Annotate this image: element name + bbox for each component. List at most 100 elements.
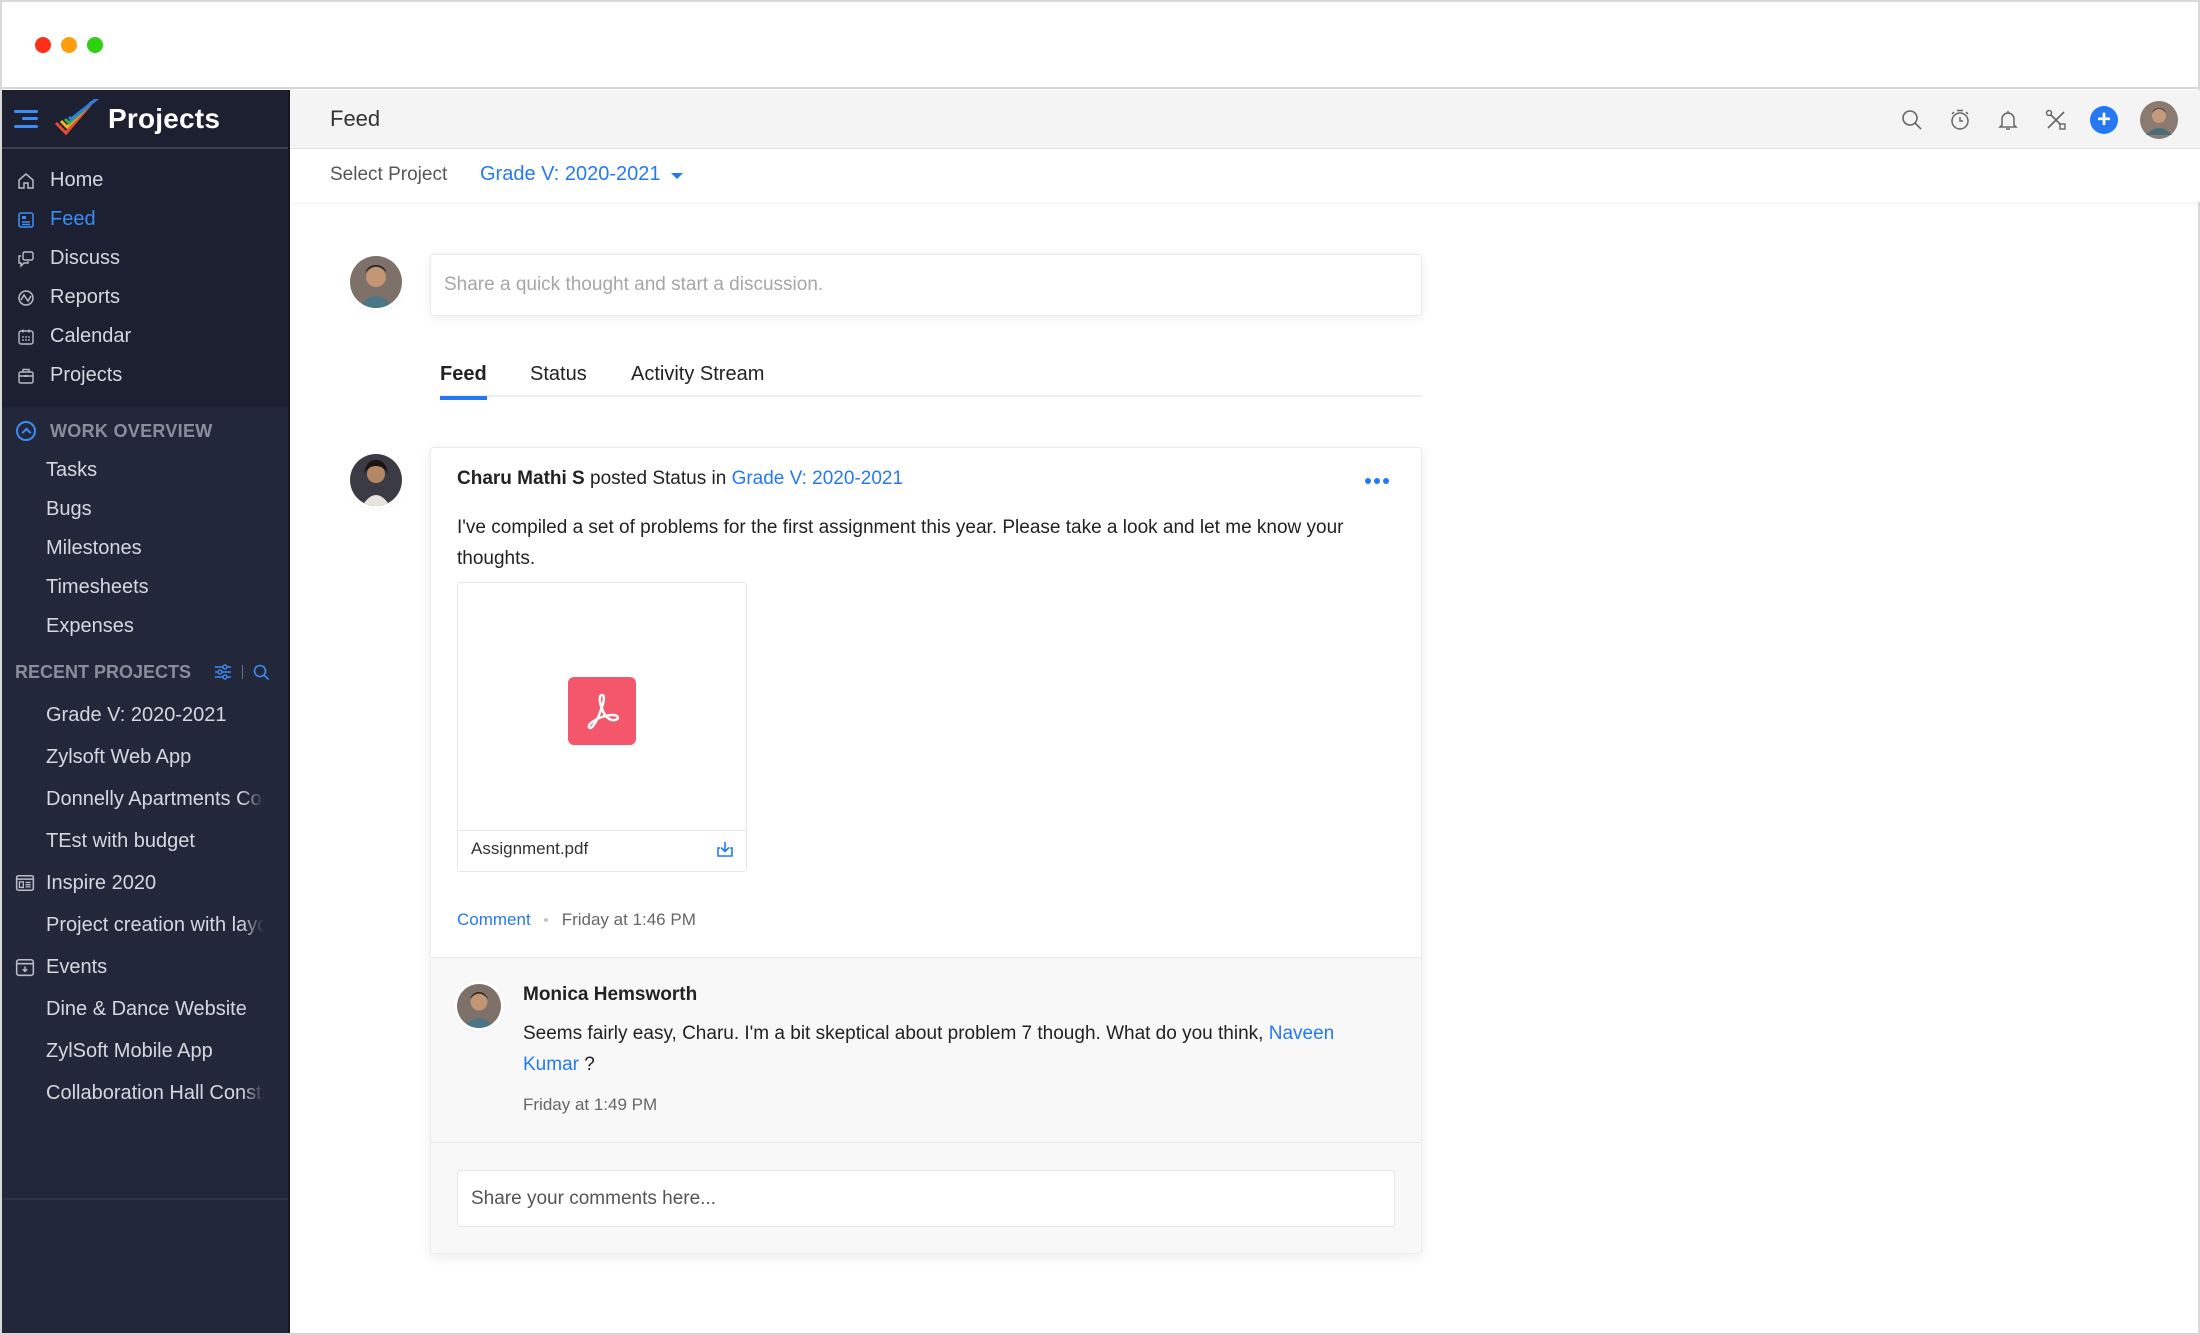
- sidebar-item-label: Projects: [50, 364, 123, 386]
- sidebar-divider: [2, 1198, 288, 1200]
- attachment-name: Assignment.pdf: [471, 839, 589, 858]
- sidebar-item-reports[interactable]: Reports: [2, 278, 288, 317]
- window-titlebar: [2, 2, 2198, 89]
- discuss-icon: [16, 249, 36, 269]
- work-overview-toggle[interactable]: WORK OVERVIEW: [2, 411, 288, 451]
- recent-projects-header: RECENT PROJECTS: [2, 650, 288, 694]
- project-label: Dine & Dance Website: [46, 997, 247, 1020]
- commenter-avatar: [457, 984, 501, 1028]
- sidebar-item-label: Calendar: [50, 325, 132, 347]
- project-group-icon: [15, 959, 35, 977]
- sidebar-item-feed[interactable]: Feed: [2, 200, 288, 239]
- recent-project-item[interactable]: Collaboration Hall Construction: [2, 1072, 264, 1114]
- comment-button[interactable]: Comment: [457, 910, 531, 930]
- app-window: Projects Home Feed Discuss Reports Calen…: [0, 0, 2200, 1335]
- recent-project-item[interactable]: Project creation with layout: [2, 904, 264, 946]
- more-options-icon[interactable]: [1365, 478, 1389, 484]
- sidebar-brand: Projects: [2, 90, 288, 149]
- sidebar-item-label: Expenses: [46, 615, 134, 637]
- quick-thought-input[interactable]: [431, 255, 1421, 315]
- search-icon[interactable]: [253, 664, 270, 681]
- post-project-link[interactable]: Grade V: 2020-2021: [732, 468, 903, 489]
- comment-body-end: ?: [578, 1054, 595, 1075]
- comment-input[interactable]: [458, 1171, 1394, 1226]
- section-label: WORK OVERVIEW: [50, 420, 213, 441]
- download-icon[interactable]: [715, 839, 735, 859]
- pdf-icon: [568, 677, 636, 745]
- project-label: TEst with budget: [46, 829, 195, 852]
- post-action-text: posted Status in: [584, 468, 732, 489]
- project-group-icon: [15, 875, 35, 891]
- briefcase-icon: [16, 366, 36, 386]
- sidebar-item-milestones[interactable]: Milestones: [2, 529, 288, 568]
- feed-post-card: Charu Mathi S posted Status in Grade V: …: [430, 447, 1422, 1254]
- recent-project-item[interactable]: Zylsoft Web App: [2, 736, 264, 778]
- comment-item: Monica Hemsworth Seems fairly easy, Char…: [431, 958, 1421, 1143]
- post-timestamp: Friday at 1:46 PM: [561, 910, 696, 929]
- close-window-button[interactable]: [35, 37, 51, 53]
- recent-project-item[interactable]: Inspire 2020: [2, 862, 264, 904]
- tab-status[interactable]: Status: [530, 363, 587, 396]
- attachment-preview[interactable]: [458, 583, 746, 831]
- chevron-up-icon: [16, 421, 36, 441]
- select-project-label: Select Project: [330, 164, 448, 185]
- tools-icon[interactable]: [2042, 106, 2070, 134]
- recent-project-item[interactable]: Donnelly Apartments Construction: [2, 778, 264, 820]
- minimize-window-button[interactable]: [61, 37, 77, 53]
- separator-dot: [543, 918, 548, 922]
- sidebar-item-tasks[interactable]: Tasks: [2, 451, 288, 490]
- comment-text: Seems fairly easy, Charu. I'm a bit skep…: [523, 1018, 1373, 1080]
- recent-project-item[interactable]: Events: [2, 946, 264, 988]
- sidebar-item-label: Bugs: [46, 498, 92, 520]
- project-dropdown[interactable]: Grade V: 2020-2021: [480, 163, 683, 186]
- sidebar-item-discuss[interactable]: Discuss: [2, 239, 288, 278]
- feed-tabs: Feed Status Activity Stream: [440, 357, 1422, 400]
- sidebar-item-bugs[interactable]: Bugs: [2, 490, 288, 529]
- sidebar-nav: Home Feed Discuss Reports Calendar Proje…: [2, 149, 288, 407]
- recent-project-item[interactable]: Grade V: 2020-2021: [2, 694, 264, 736]
- comment-body: Seems fairly easy, Charu. I'm a bit skep…: [523, 1023, 1269, 1044]
- user-avatar[interactable]: [2140, 101, 2178, 139]
- hamburger-icon[interactable]: [14, 109, 38, 128]
- page-title: Feed: [330, 106, 381, 131]
- sidebar-item-label: Timesheets: [46, 576, 149, 598]
- projects-logo-icon: [54, 98, 99, 135]
- selected-project: Grade V: 2020-2021: [480, 163, 661, 185]
- search-icon[interactable]: [1898, 106, 1926, 134]
- sidebar-item-projects[interactable]: Projects: [2, 356, 288, 395]
- sidebar-item-label: Home: [50, 169, 104, 191]
- recent-project-item[interactable]: TEst with budget: [2, 820, 264, 862]
- home-icon: [16, 171, 36, 191]
- reply-box[interactable]: [457, 1170, 1395, 1227]
- quick-thought-composer[interactable]: [430, 254, 1422, 316]
- tab-feed[interactable]: Feed: [440, 363, 487, 400]
- work-overview-section: WORK OVERVIEW Tasks Bugs Milestones Time…: [2, 407, 288, 1114]
- sidebar-item-timesheets[interactable]: Timesheets: [2, 568, 288, 607]
- post-author[interactable]: Charu Mathi S: [457, 468, 585, 489]
- maximize-window-button[interactable]: [87, 37, 103, 53]
- sidebar-item-calendar[interactable]: Calendar: [2, 317, 288, 356]
- project-selector-bar: Select Project Grade V: 2020-2021: [290, 149, 2200, 202]
- project-label: Collaboration Hall Construction: [46, 1081, 264, 1104]
- recent-project-item[interactable]: Dine & Dance Website: [2, 988, 264, 1030]
- comments-section: Monica Hemsworth Seems fairly easy, Char…: [431, 957, 1421, 1253]
- attachment-card[interactable]: Assignment.pdf: [457, 582, 747, 872]
- timer-icon[interactable]: [1946, 106, 1974, 134]
- project-label: Project creation with layout: [46, 913, 264, 936]
- sidebar-item-label: Tasks: [46, 459, 98, 481]
- project-label: Donnelly Apartments Construction: [46, 787, 264, 810]
- sidebar-item-expenses[interactable]: Expenses: [2, 607, 288, 646]
- filter-icon[interactable]: [214, 664, 232, 680]
- bell-icon[interactable]: [1994, 106, 2022, 134]
- divider: [242, 665, 243, 679]
- post-author-avatar: [350, 454, 402, 506]
- comment-timestamp: Friday at 1:49 PM: [523, 1095, 658, 1114]
- sidebar-item-label: Milestones: [46, 537, 142, 559]
- sidebar-item-home[interactable]: Home: [2, 161, 288, 200]
- recent-project-item[interactable]: ZylSoft Mobile App: [2, 1030, 264, 1072]
- add-icon[interactable]: +: [2090, 106, 2118, 134]
- commenter-name[interactable]: Monica Hemsworth: [523, 984, 697, 1006]
- feed-icon: [16, 210, 36, 230]
- tab-activity-stream[interactable]: Activity Stream: [631, 363, 764, 396]
- sidebar-item-label: Discuss: [50, 247, 121, 269]
